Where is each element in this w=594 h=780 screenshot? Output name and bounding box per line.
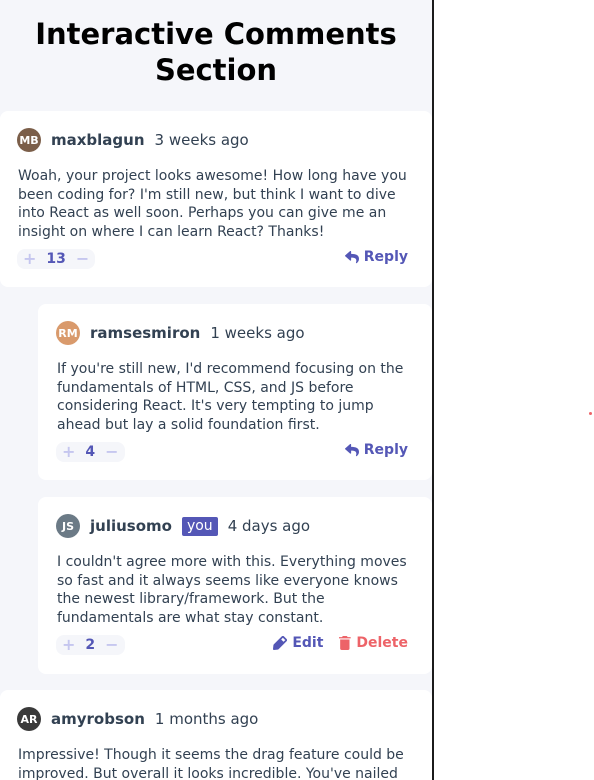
vote-score: 13 (46, 251, 66, 267)
avatar: AR (17, 707, 41, 731)
upvote-button[interactable]: + (23, 249, 36, 269)
upvote-button[interactable]: + (62, 635, 75, 655)
username: ramsesmiron (90, 324, 201, 342)
reply-button[interactable]: Reply (344, 249, 408, 265)
vote-score: 2 (85, 637, 96, 653)
comment-header: JS juliusomo you 4 days ago (56, 514, 310, 538)
edit-button[interactable]: Edit (273, 635, 323, 651)
comment-date: 4 days ago (227, 517, 311, 535)
comment-card-reply: RM ramsesmiron 1 weeks ago If you're sti… (38, 304, 432, 480)
avatar: JS (56, 514, 80, 538)
avatar: MB (17, 128, 41, 152)
comment-date: 3 weeks ago (154, 131, 249, 149)
edit-label: Edit (292, 635, 324, 651)
comment-text: I couldn't agree more with this. Everyth… (57, 554, 407, 626)
reply-icon (344, 443, 359, 456)
comment-actions: Reply (344, 249, 408, 265)
vote-counter: + 13 − (17, 249, 96, 269)
comment-card: MB maxblagun 3 weeks ago Woah, your proj… (0, 111, 432, 287)
comment-date: 1 months ago (154, 710, 259, 728)
comment-text: If you're still new, I'd recommend focus… (57, 361, 404, 433)
delete-label: Delete (356, 635, 408, 651)
vote-counter: + 4 − (56, 442, 125, 462)
comment-text: Woah, your project looks awesome! How lo… (18, 168, 407, 240)
page-title-line2: Section (154, 53, 278, 87)
reply-button[interactable]: Reply (344, 442, 408, 458)
comment-date: 1 weeks ago (210, 324, 305, 342)
comment-card-own: JS juliusomo you 4 days ago I couldn't a… (38, 497, 432, 674)
downvote-button[interactable]: − (76, 249, 89, 269)
comment-header: RM ramsesmiron 1 weeks ago (56, 321, 305, 345)
vote-counter: + 2 − (56, 635, 125, 655)
downvote-button[interactable]: − (105, 442, 118, 462)
comment-actions: Reply (344, 442, 408, 458)
you-badge: you (181, 516, 218, 536)
page-title-line1: Interactive Comments (35, 17, 397, 51)
comments-panel: Interactive Comments Section MB maxblagu… (0, 0, 434, 780)
comment-card: AR amyrobson 1 months ago Impressive! Th… (0, 690, 432, 780)
vote-score: 4 (85, 444, 96, 460)
upvote-button[interactable]: + (62, 442, 75, 462)
comment-text: Impressive! Though it seems the drag fea… (18, 747, 404, 780)
comment-header: MB maxblagun 3 weeks ago (17, 128, 249, 152)
pencil-icon (273, 636, 288, 650)
username: amyrobson (51, 710, 145, 728)
reply-label: Reply (363, 249, 408, 265)
avatar: RM (56, 321, 80, 345)
reply-label: Reply (363, 442, 408, 458)
comment-actions: Edit Delete (273, 635, 408, 651)
downvote-button[interactable]: − (105, 635, 118, 655)
comment-header: AR amyrobson 1 months ago (17, 707, 258, 731)
reply-icon (344, 250, 359, 263)
trash-icon (339, 636, 352, 650)
page-title: Interactive Comments Section (0, 0, 432, 88)
red-dot (589, 412, 592, 415)
username: juliusomo (90, 517, 172, 535)
username: maxblagun (51, 131, 145, 149)
delete-button[interactable]: Delete (339, 635, 408, 651)
